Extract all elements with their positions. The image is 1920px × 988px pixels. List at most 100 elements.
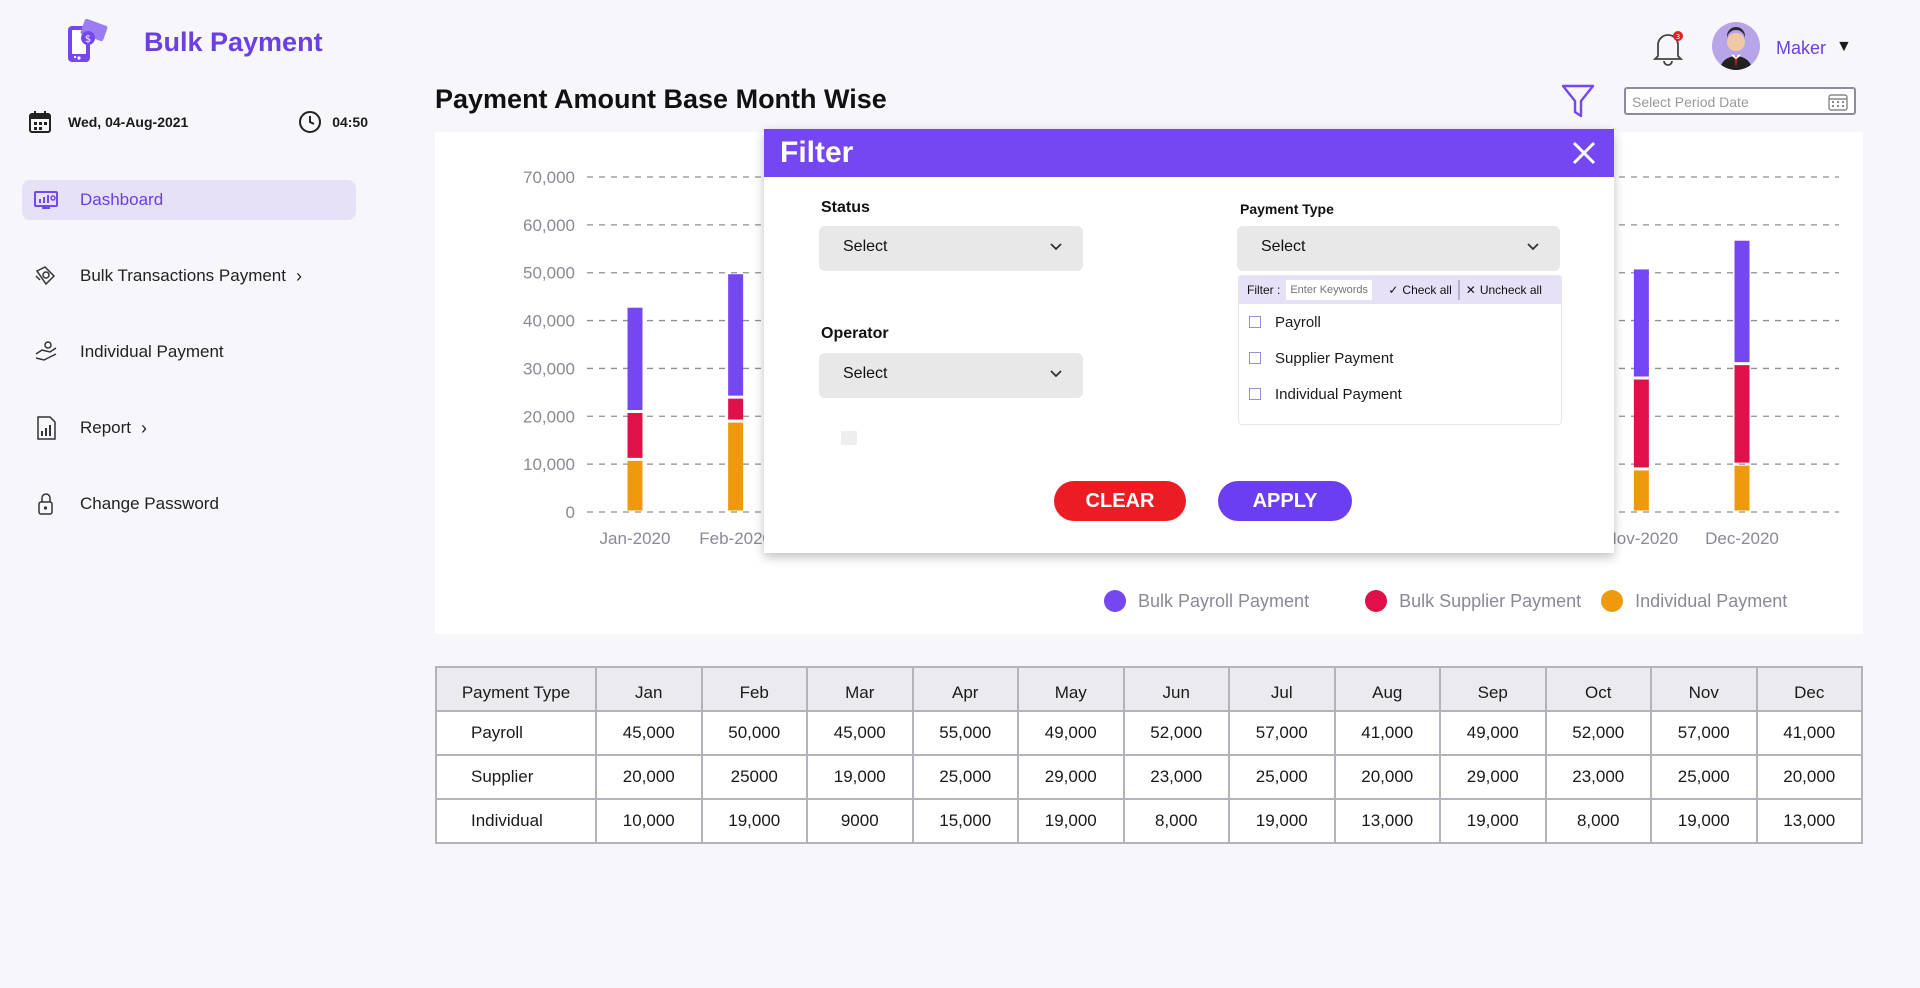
y-tick-label: 0 bbox=[566, 503, 575, 522]
chart-bar-segment bbox=[1734, 240, 1750, 363]
payment-type-select[interactable]: Select bbox=[1237, 226, 1560, 271]
chevron-down-icon bbox=[1050, 370, 1062, 378]
operator-select-value: Select bbox=[843, 365, 888, 382]
brand[interactable]: $ Bulk Payment bbox=[64, 18, 323, 66]
table-cell: 19,000 bbox=[1650, 798, 1758, 844]
table-cell: 20,000 bbox=[1755, 754, 1863, 800]
table-header-cell: Payment Type bbox=[435, 666, 597, 712]
chart-bar-segment bbox=[1734, 365, 1750, 463]
table-cell: 19,000 bbox=[1439, 798, 1547, 844]
notification-count: 3 bbox=[1676, 33, 1680, 41]
time-wrap: 04:50 bbox=[298, 110, 368, 134]
operator-select[interactable]: Select bbox=[819, 353, 1083, 398]
notification-bell-icon[interactable]: 3 bbox=[1650, 28, 1686, 66]
legend-item: Individual Payment bbox=[1601, 590, 1787, 612]
table-cell: 41,000 bbox=[1755, 710, 1863, 756]
user-name[interactable]: Maker bbox=[1776, 38, 1826, 59]
period-date-input[interactable]: Select Period Date bbox=[1624, 87, 1856, 115]
svg-text:$: $ bbox=[85, 34, 91, 45]
chart-bar-segment bbox=[728, 398, 744, 420]
sidebar-item-dashboard[interactable]: Dashboard bbox=[22, 180, 356, 220]
sidebar-item-label: Bulk Transactions Payment bbox=[80, 266, 286, 285]
dropdown-option-payroll[interactable]: Payroll bbox=[1239, 304, 1561, 340]
table-cell: 52,000 bbox=[1544, 710, 1652, 756]
status-label: Status bbox=[821, 199, 870, 216]
table-row: Payroll 45,000 50,000 45,000 55,000 49,000 52,… bbox=[435, 710, 1863, 756]
table-row: Individual 10,000 19,000 9000 15,000 19,000 8,… bbox=[435, 798, 1863, 844]
legend-item: Bulk Payroll Payment bbox=[1104, 590, 1309, 612]
table-header-cell: Jan bbox=[595, 666, 703, 712]
sidebar-item-individual-payment[interactable]: Individual Payment bbox=[22, 332, 356, 372]
legend-swatch bbox=[1601, 590, 1624, 612]
current-date: Wed, 04-Aug-2021 bbox=[68, 114, 189, 130]
check-all-button[interactable]: ✓ Check all bbox=[1382, 276, 1457, 304]
dropdown-option-individual-payment[interactable]: Individual Payment bbox=[1239, 376, 1561, 412]
status-select-value: Select bbox=[843, 238, 888, 255]
checkbox[interactable] bbox=[841, 431, 857, 445]
dropdown-option-supplier-payment[interactable]: Supplier Payment bbox=[1239, 340, 1561, 376]
lock-icon bbox=[38, 493, 53, 515]
table-cell: 57,000 bbox=[1228, 710, 1336, 756]
x-tick-label: Feb-2020 bbox=[699, 529, 772, 548]
sidebar-item-label: Report bbox=[80, 418, 132, 437]
chevron-right-icon: › bbox=[141, 417, 148, 438]
check-all-label: Check all bbox=[1402, 283, 1452, 297]
keyword-filter-input[interactable] bbox=[1286, 280, 1373, 300]
y-tick-label: 10,000 bbox=[523, 455, 575, 474]
chart-bar-segment bbox=[728, 422, 744, 511]
table-cell: 25,000 bbox=[911, 754, 1019, 800]
avatar[interactable] bbox=[1712, 22, 1760, 70]
filter-icon[interactable] bbox=[1560, 82, 1596, 120]
table-cell: 29,000 bbox=[1439, 754, 1547, 800]
checkbox[interactable] bbox=[1249, 352, 1261, 364]
table-cell: 52,000 bbox=[1122, 710, 1230, 756]
status-select[interactable]: Select bbox=[819, 226, 1083, 271]
sidebar-item-change-password[interactable]: Change Password bbox=[22, 484, 356, 524]
sidebar-item-bulk-transactions[interactable]: Bulk Transactions Payment › bbox=[22, 256, 356, 296]
payment-type-dropdown: Filter : ✓ Check all ✕ Uncheck all Payro… bbox=[1238, 275, 1562, 425]
filter-modal: Filter Status Select Operator Select Pay… bbox=[764, 129, 1614, 553]
table-header-cell: Apr bbox=[911, 666, 1019, 712]
table-cell: 25,000 bbox=[1228, 754, 1336, 800]
table-header-cell: Oct bbox=[1544, 666, 1652, 712]
legend-swatch bbox=[1365, 590, 1388, 612]
checkbox[interactable] bbox=[1249, 388, 1261, 400]
sidebar: $ Bulk Payment Wed, 04-Aug-2021 04:50 Da… bbox=[0, 0, 380, 988]
legend-label: Individual Payment bbox=[1635, 590, 1788, 611]
table-header-cell: Feb bbox=[700, 666, 808, 712]
table-body: Payroll 45,000 50,000 45,000 55,000 49,000 52,… bbox=[435, 710, 1863, 844]
legend-label: Bulk Supplier Payment bbox=[1399, 590, 1582, 611]
table-cell: 25000 bbox=[700, 754, 808, 800]
close-icon[interactable] bbox=[1570, 139, 1598, 167]
chart-bar-segment bbox=[1633, 269, 1649, 377]
y-tick-label: 50,000 bbox=[523, 264, 575, 283]
table-header-cell: Aug bbox=[1333, 666, 1441, 712]
row-type-cell: Individual bbox=[435, 798, 597, 844]
uncheck-all-label: Uncheck all bbox=[1479, 283, 1542, 297]
clear-button[interactable]: CLEAR bbox=[1054, 481, 1186, 521]
table-cell: 8,000 bbox=[1122, 798, 1230, 844]
x-tick-label: Dec-2020 bbox=[1705, 529, 1779, 548]
apply-button[interactable]: APPLY bbox=[1218, 481, 1352, 521]
uncheck-all-button[interactable]: ✕ Uncheck all bbox=[1460, 276, 1548, 304]
sidebar-item-label: Individual Payment bbox=[80, 342, 224, 361]
chart-bar-segment bbox=[728, 274, 744, 396]
dropdown-filter-label: Filter : bbox=[1247, 283, 1281, 297]
caret-down-icon[interactable]: ▼ bbox=[1836, 38, 1852, 56]
table-cell: 23,000 bbox=[1122, 754, 1230, 800]
calendar-icon[interactable] bbox=[1828, 92, 1848, 112]
table-cell: 20,000 bbox=[595, 754, 703, 800]
table-cell: 8,000 bbox=[1544, 798, 1652, 844]
x-icon: ✕ bbox=[1465, 283, 1476, 297]
table-header-cell: May bbox=[1017, 666, 1125, 712]
operator-label: Operator bbox=[821, 325, 889, 342]
table-cell: 19,000 bbox=[1228, 798, 1336, 844]
checkbox[interactable] bbox=[1249, 316, 1261, 328]
modal-header: Filter bbox=[764, 129, 1614, 177]
option-label: Individual Payment bbox=[1275, 385, 1402, 403]
chart-legend: Bulk Payroll Payment Bulk Supplier Payme… bbox=[1104, 590, 1807, 612]
legend-swatch bbox=[1104, 590, 1126, 612]
y-tick-label: 60,000 bbox=[523, 216, 575, 235]
sidebar-item-report[interactable]: Report › bbox=[22, 408, 356, 448]
payment-logo-icon: $ bbox=[68, 18, 108, 62]
